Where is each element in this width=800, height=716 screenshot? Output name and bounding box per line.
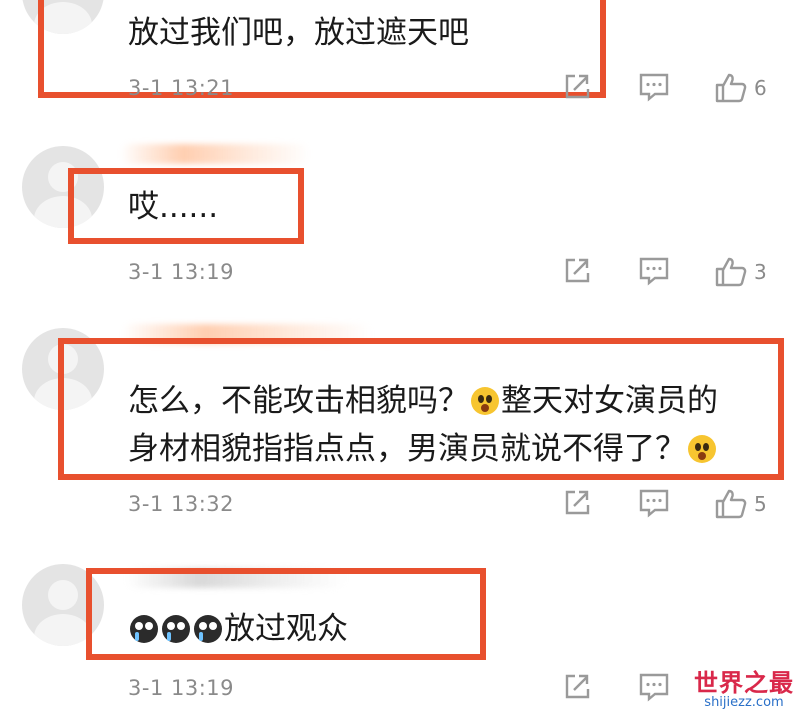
shocked-face-emoji [688, 435, 716, 463]
share-icon [565, 74, 590, 99]
crying-face-emoji [194, 615, 222, 643]
comment-item: 放过观众 3-1 13:19 [0, 550, 800, 716]
comment-time: 3-1 13:32 [128, 492, 234, 516]
comment-item: 放过我们吧，放过遮天吧 3-1 13:21 6 [0, 0, 800, 120]
share-button[interactable] [562, 256, 592, 286]
comment-text: 哎...... [128, 189, 219, 225]
like-icon [715, 73, 747, 103]
comment-text-line-1: 怎么，不能攻击相貌吗？ 整天对女演员的 [128, 383, 718, 419]
crying-face-emoji [130, 615, 158, 643]
reply-icon [639, 257, 669, 286]
like-button[interactable]: 6 [714, 72, 767, 104]
like-count: 3 [754, 260, 767, 284]
comment-item: 哎...... 3-1 13:19 3 [0, 120, 800, 310]
username-redacted [120, 144, 310, 164]
like-icon [715, 257, 747, 287]
comment-text: 放过我们吧，放过遮天吧 [128, 15, 469, 51]
watermark-url: shijiezz.com [704, 695, 784, 710]
share-button[interactable] [562, 672, 592, 702]
share-icon [565, 490, 590, 515]
comment-time: 3-1 13:19 [128, 676, 234, 700]
comment-item: 怎么，不能攻击相貌吗？ 整天对女演员的 身材相貌指指点点，男演员就说不得了？ 3-… [0, 310, 800, 550]
reply-icon [639, 489, 669, 518]
like-icon [715, 489, 747, 519]
reply-button[interactable] [638, 256, 670, 286]
comment-time: 3-1 13:19 [128, 260, 234, 284]
reply-button[interactable] [638, 488, 670, 518]
crying-face-emoji [162, 615, 190, 643]
like-count: 5 [754, 492, 767, 516]
reply-icon [639, 673, 669, 702]
shocked-face-emoji [471, 387, 499, 415]
watermark-logo: 世界之最 shijiezz.com [694, 670, 794, 710]
share-button[interactable] [562, 488, 592, 518]
reply-icon [639, 73, 669, 102]
share-icon [565, 674, 590, 699]
share-button[interactable] [562, 72, 592, 102]
comment-text-line-2: 身材相貌指指点点，男演员就说不得了？ [128, 422, 718, 477]
reply-button[interactable] [638, 672, 670, 702]
reply-button[interactable] [638, 72, 670, 102]
comment-text: 放过观众 [128, 602, 348, 657]
watermark-title: 世界之最 [694, 669, 794, 697]
like-button[interactable]: 3 [714, 256, 767, 288]
like-count: 6 [754, 76, 767, 100]
share-icon [565, 258, 590, 283]
like-button[interactable]: 5 [714, 488, 767, 520]
comment-time: 3-1 13:21 [128, 76, 234, 100]
